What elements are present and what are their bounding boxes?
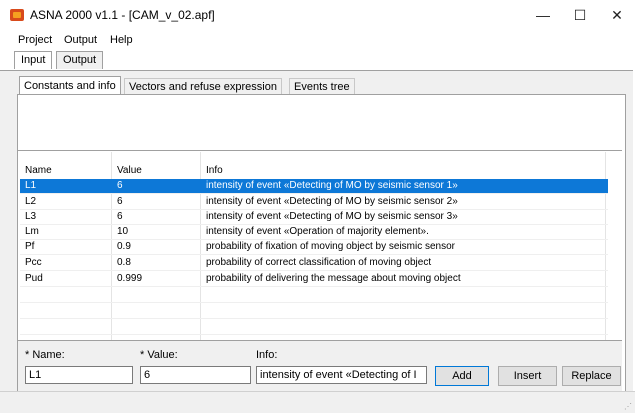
cell-info: probability of fixation of moving object… [206,241,456,252]
name-input[interactable] [25,366,133,384]
column-header-name[interactable]: Name [25,165,52,176]
cell-value: 0.999 [117,273,143,284]
cell-info: probability of delivering the message ab… [206,273,461,284]
table-row-empty[interactable] [20,304,608,319]
table-row[interactable]: Pcc 0.8 probability of correct classific… [20,256,608,271]
menu-project[interactable]: Project [18,34,52,46]
cell-info: probability of correct classification of… [206,257,432,268]
tab-constants-and-info[interactable]: Constants and info [19,76,121,95]
tab-events-tree[interactable]: Events tree [289,78,355,95]
tab-input[interactable]: Input [14,51,53,69]
cell-value: 10 [117,226,129,237]
tab-vectors-and-refuse-expression[interactable]: Vectors and refuse expression [124,78,282,95]
cell-name: Lm [25,226,39,237]
maximize-button[interactable]: ☐ [562,4,598,26]
cell-value: 0.8 [117,257,131,268]
insert-button[interactable]: Insert [498,366,557,386]
cell-info: intensity of event «Detecting of MO by s… [206,180,458,191]
name-label: * Name: [25,349,65,361]
cell-value: 6 [117,180,123,191]
app-logo-icon [10,9,24,21]
cell-info: intensity of event «Detecting of MO by s… [206,196,458,207]
cell-name: Pf [25,241,35,252]
menu-output[interactable]: Output [64,34,97,46]
info-label: Info: [256,349,278,361]
cell-name: L2 [25,196,37,207]
cell-value: 6 [117,196,123,207]
replace-button[interactable]: Replace [562,366,621,386]
cell-name: Pud [25,273,43,284]
cell-name: L3 [25,211,37,222]
table-row-empty[interactable] [20,320,608,335]
close-button[interactable]: ✕ [599,4,635,26]
table-row[interactable]: Pud 0.999 probability of delivering the … [20,272,608,287]
tab-output[interactable]: Output [56,51,104,69]
table-row[interactable]: L3 6 intensity of event «Detecting of MO… [20,210,608,225]
column-header-value[interactable]: Value [117,165,142,176]
column-header-info[interactable]: Info [206,165,223,176]
info-input[interactable] [256,366,427,384]
value-input[interactable] [140,366,251,384]
status-bar: ⋰ [0,391,635,413]
cell-info: intensity of event «Operation of majorit… [206,226,429,237]
table-row[interactable]: L1 6 intensity of event «Detecting of MO… [20,179,608,194]
cell-name: Pcc [25,257,42,268]
value-label: * Value: [140,349,178,361]
window-title: ASNA 2000 v1.1 - [CAM_v_02.apf] [30,8,215,22]
cell-info: intensity of event «Detecting of MO by s… [206,211,458,222]
table-row[interactable]: Lm 10 intensity of event «Operation of m… [20,225,608,240]
resize-grip-icon[interactable]: ⋰ [624,402,632,411]
table-row[interactable]: Pf 0.9 probability of fixation of moving… [20,240,608,255]
menu-help[interactable]: Help [110,34,133,46]
cell-value: 6 [117,211,123,222]
minimize-button[interactable]: — [525,4,561,26]
cell-value: 0.9 [117,241,131,252]
table-row[interactable]: L2 6 intensity of event «Detecting of MO… [20,195,608,210]
title-bar: ASNA 2000 v1.1 - [CAM_v_02.apf] — ☐ ✕ [0,0,635,30]
cell-name: L1 [25,180,37,191]
table-row-empty[interactable] [20,288,608,303]
add-button[interactable]: Add [435,366,489,386]
description-area [18,95,622,150]
